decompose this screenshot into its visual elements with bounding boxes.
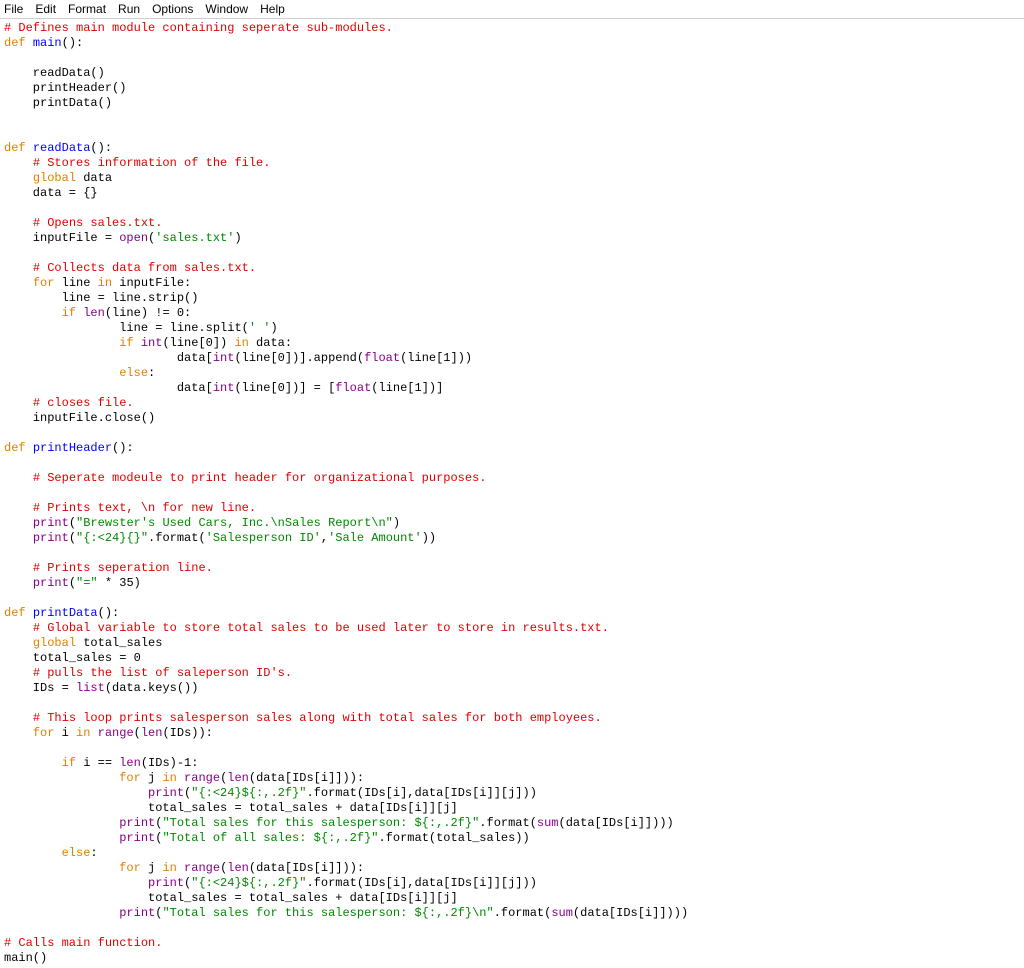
code-line[interactable]: def main(): (4, 36, 1020, 51)
code-line[interactable]: print("{:<24}{}".format('Salesperson ID'… (4, 531, 1020, 546)
code-line[interactable] (4, 456, 1020, 471)
code-line[interactable]: printData() (4, 96, 1020, 111)
code-line[interactable]: for i in range(len(IDs)): (4, 726, 1020, 741)
code-line[interactable]: for j in range(len(data[IDs[i]])): (4, 861, 1020, 876)
code-line[interactable]: else: (4, 366, 1020, 381)
code-line[interactable]: # closes file. (4, 396, 1020, 411)
code-line[interactable]: # Seperate modeule to print header for o… (4, 471, 1020, 486)
code-line[interactable]: def printData(): (4, 606, 1020, 621)
code-line[interactable]: if len(line) != 0: (4, 306, 1020, 321)
code-line[interactable] (4, 921, 1020, 936)
code-line[interactable]: total_sales = total_sales + data[IDs[i]]… (4, 891, 1020, 906)
code-line[interactable]: print("Total of all sales: ${:,.2f}".for… (4, 831, 1020, 846)
menu-help[interactable]: Help (260, 2, 285, 16)
code-line[interactable]: global total_sales (4, 636, 1020, 651)
code-line[interactable]: # Collects data from sales.txt. (4, 261, 1020, 276)
menu-format[interactable]: Format (68, 2, 106, 16)
code-line[interactable] (4, 126, 1020, 141)
code-line[interactable]: print("{:<24}${:,.2f}".format(IDs[i],dat… (4, 876, 1020, 891)
code-line[interactable]: inputFile = open('sales.txt') (4, 231, 1020, 246)
menu-window[interactable]: Window (205, 2, 248, 16)
code-line[interactable]: data[int(line[0])].append(float(line[1])… (4, 351, 1020, 366)
code-line[interactable]: # Calls main function. (4, 936, 1020, 951)
code-line[interactable]: def printHeader(): (4, 441, 1020, 456)
code-line[interactable]: else: (4, 846, 1020, 861)
code-line[interactable]: for line in inputFile: (4, 276, 1020, 291)
menu-options[interactable]: Options (152, 2, 193, 16)
code-line[interactable]: main() (4, 951, 1020, 966)
menubar: File Edit Format Run Options Window Help (0, 0, 1024, 19)
code-line[interactable]: if int(line[0]) in data: (4, 336, 1020, 351)
code-line[interactable]: IDs = list(data.keys()) (4, 681, 1020, 696)
code-line[interactable]: # Stores information of the file. (4, 156, 1020, 171)
code-editor[interactable]: # Defines main module containing seperat… (0, 19, 1024, 968)
code-line[interactable]: data = {} (4, 186, 1020, 201)
code-line[interactable]: print("Total sales for this salesperson:… (4, 906, 1020, 921)
code-line[interactable]: # Global variable to store total sales t… (4, 621, 1020, 636)
code-line[interactable]: data[int(line[0])] = [float(line[1])] (4, 381, 1020, 396)
code-line[interactable] (4, 546, 1020, 561)
code-line[interactable]: if i == len(IDs)-1: (4, 756, 1020, 771)
code-line[interactable]: print("Brewster's Used Cars, Inc.\nSales… (4, 516, 1020, 531)
code-line[interactable]: def readData(): (4, 141, 1020, 156)
code-line[interactable]: # This loop prints salesperson sales alo… (4, 711, 1020, 726)
code-line[interactable]: line = line.strip() (4, 291, 1020, 306)
code-line[interactable]: # pulls the list of saleperson ID's. (4, 666, 1020, 681)
code-line[interactable]: # Opens sales.txt. (4, 216, 1020, 231)
code-line[interactable] (4, 201, 1020, 216)
code-line[interactable]: # Prints seperation line. (4, 561, 1020, 576)
code-line[interactable] (4, 486, 1020, 501)
code-line[interactable] (4, 426, 1020, 441)
menu-run[interactable]: Run (118, 2, 140, 16)
code-line[interactable] (4, 696, 1020, 711)
code-line[interactable]: print("=" * 35) (4, 576, 1020, 591)
code-line[interactable]: print("Total sales for this salesperson:… (4, 816, 1020, 831)
menu-file[interactable]: File (4, 2, 23, 16)
code-line[interactable]: line = line.split(' ') (4, 321, 1020, 336)
code-line[interactable] (4, 741, 1020, 756)
menu-edit[interactable]: Edit (35, 2, 56, 16)
code-line[interactable]: # Prints text, \n for new line. (4, 501, 1020, 516)
code-line[interactable]: # Defines main module containing seperat… (4, 21, 1020, 36)
code-line[interactable]: readData() (4, 66, 1020, 81)
code-line[interactable]: total_sales = total_sales + data[IDs[i]]… (4, 801, 1020, 816)
code-line[interactable]: inputFile.close() (4, 411, 1020, 426)
code-line[interactable] (4, 246, 1020, 261)
code-line[interactable] (4, 51, 1020, 66)
code-line[interactable]: total_sales = 0 (4, 651, 1020, 666)
code-line[interactable] (4, 591, 1020, 606)
code-line[interactable]: for j in range(len(data[IDs[i]])): (4, 771, 1020, 786)
code-line[interactable]: print("{:<24}${:,.2f}".format(IDs[i],dat… (4, 786, 1020, 801)
code-line[interactable]: printHeader() (4, 81, 1020, 96)
code-line[interactable] (4, 111, 1020, 126)
code-line[interactable]: global data (4, 171, 1020, 186)
